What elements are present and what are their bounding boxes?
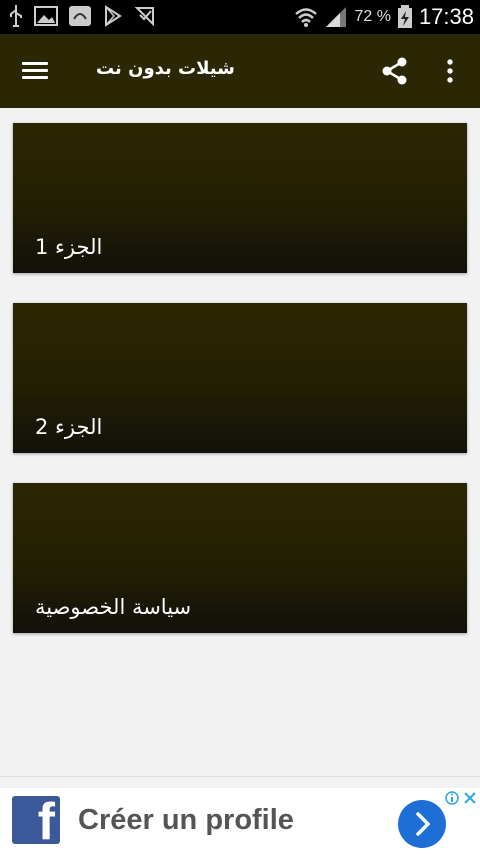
wifi-icon (295, 8, 318, 27)
play-store-icon (105, 5, 122, 27)
share-button[interactable] (380, 56, 410, 90)
download-icon (134, 7, 154, 27)
gallery-icon (34, 6, 58, 26)
card-privacy-policy[interactable]: سياسة الخصوصية (13, 483, 467, 633)
notification-icons (8, 4, 156, 28)
ad-text[interactable]: Créer un profile (78, 804, 294, 837)
chevron-right-icon (416, 812, 430, 836)
adchoices-icon[interactable] (443, 790, 479, 806)
app-notification-icon (69, 6, 91, 26)
card-part-1[interactable]: الجزء 1 (13, 123, 467, 273)
battery-charging-icon (397, 5, 412, 28)
card-label: سياسة الخصوصية (35, 595, 192, 619)
app-bar: شيلات بدون نت (0, 34, 480, 108)
ad-banner[interactable]: f Créer un profile (0, 788, 480, 854)
card-part-2[interactable]: الجزء 2 (13, 303, 467, 453)
menu-button[interactable] (22, 59, 50, 83)
clock: 17:38 (418, 4, 474, 29)
card-label: الجزء 2 (35, 415, 103, 439)
app-title: شيلات بدون نت (96, 58, 235, 79)
more-vert-icon (447, 59, 453, 83)
facebook-logo-icon: f (12, 796, 60, 844)
card-label: الجزء 1 (35, 235, 103, 259)
usb-icon (10, 5, 22, 27)
status-bar: 72 % 17:38 (0, 0, 480, 34)
signal-icon (326, 7, 347, 27)
share-icon (382, 57, 407, 85)
ad-divider (0, 776, 480, 777)
status-right: 72 % 17:38 (294, 0, 474, 34)
ad-go-button[interactable] (398, 800, 446, 848)
more-options-button[interactable] (444, 58, 456, 88)
battery-percent: 72 % (354, 8, 391, 25)
